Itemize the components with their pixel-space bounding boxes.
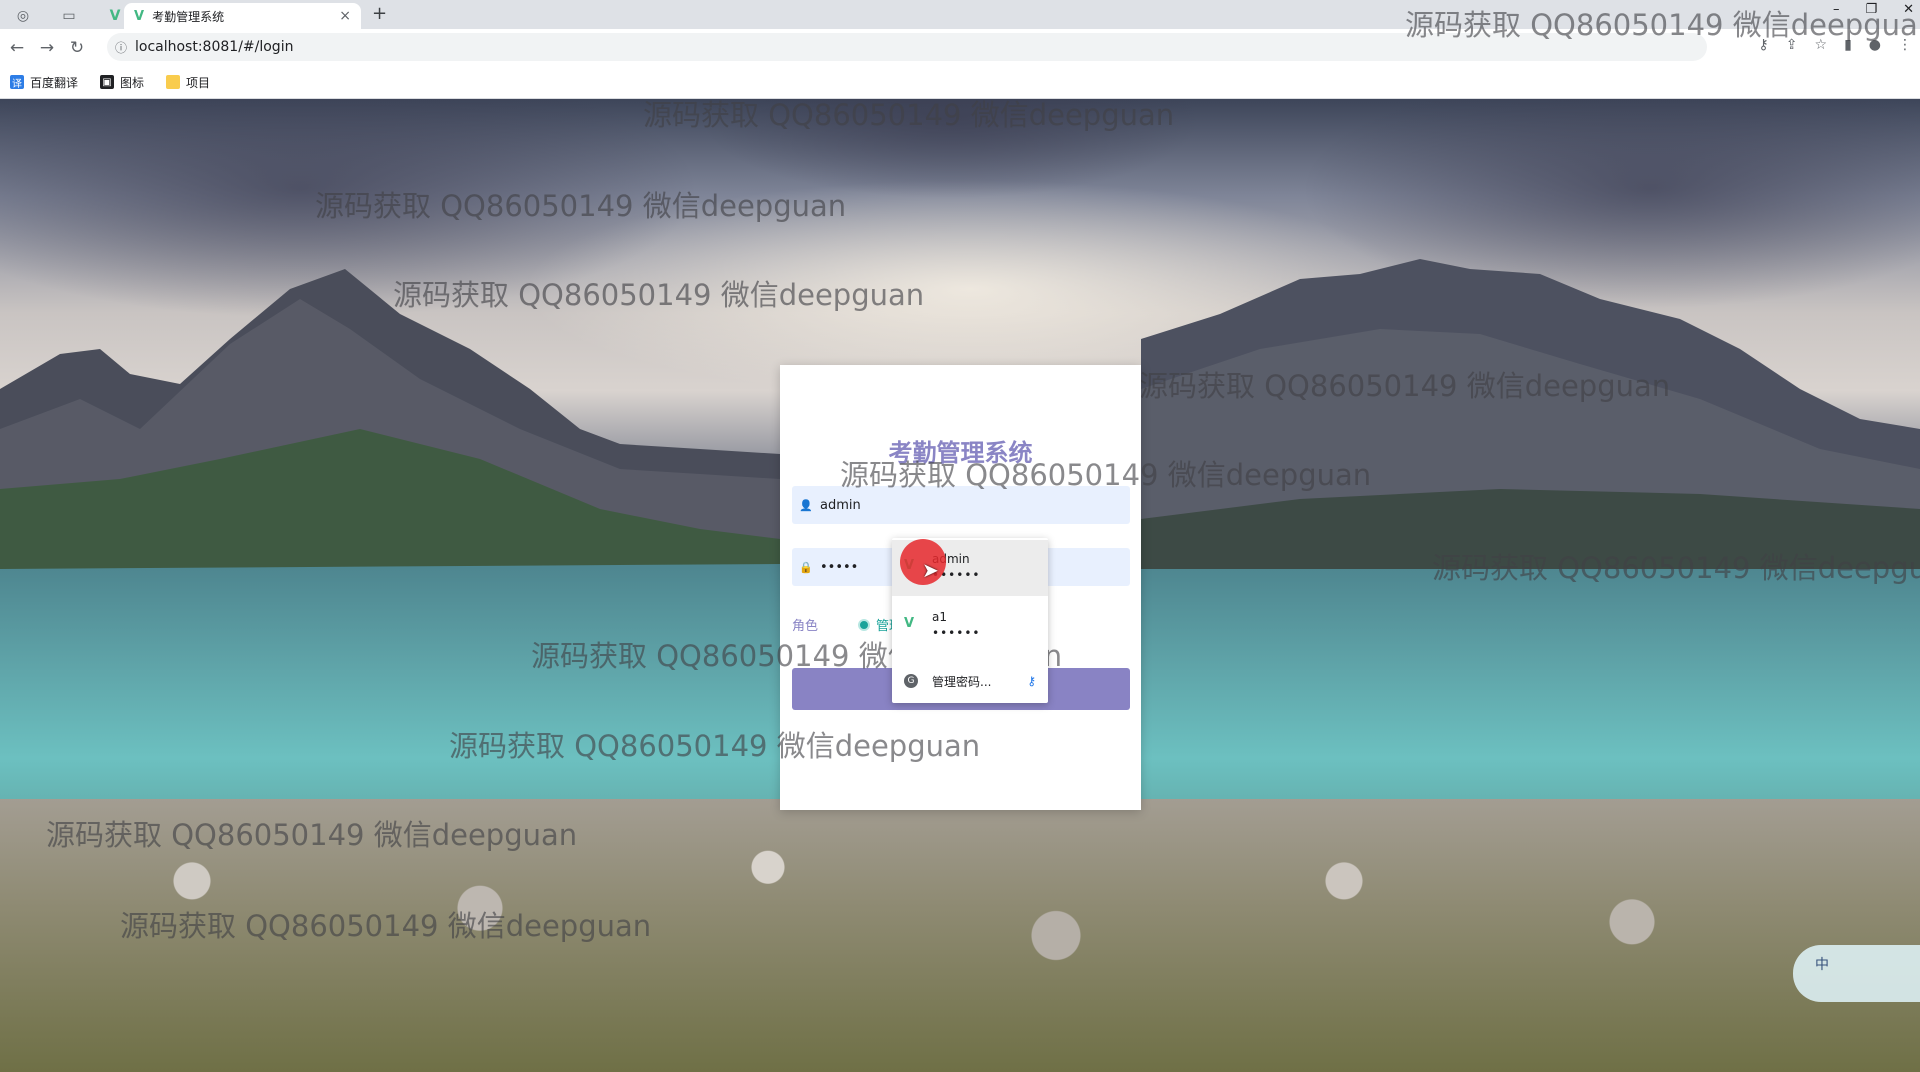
password-value: ••••• xyxy=(820,559,859,575)
mouse-pointer-icon: ➤ xyxy=(922,558,939,582)
watermark-text: 源码获取 QQ86050149 微信deepguan xyxy=(1432,551,1920,585)
role-label: 角色 xyxy=(792,619,819,634)
watermark-text: 源码获取 QQ86050149 微信deepguan xyxy=(840,458,1372,492)
ime-mode-label: 中 xyxy=(1815,957,1829,973)
forward-icon[interactable]: → xyxy=(32,38,62,58)
password-key-icon: ⚷ xyxy=(1027,674,1036,688)
tab-title: 考勤管理系统 xyxy=(152,9,225,24)
bookmark-projects[interactable]: 项目 xyxy=(166,74,210,91)
active-tab[interactable]: V 考勤管理系统 × xyxy=(124,3,361,29)
bookmark-label: 项目 xyxy=(186,75,211,90)
autofill-username: a1 xyxy=(932,610,947,624)
new-tab-button[interactable]: + xyxy=(372,3,387,24)
ime-widget[interactable]: 中 xyxy=(1793,945,1920,1002)
translate-icon: 译 xyxy=(10,75,24,90)
bookmark-baidu-translate[interactable]: 译 百度翻译 xyxy=(10,74,78,91)
bookmark-label: 百度翻译 xyxy=(30,75,79,90)
watermark-text: 源码获取 QQ86050149 微信deepguan xyxy=(315,189,847,223)
url-text: localhost:8081/#/login xyxy=(135,39,294,55)
autofill-password: •••••• xyxy=(932,626,981,640)
bookmark-label: 图标 xyxy=(120,75,145,90)
bookmark-icons[interactable]: ▣ 图标 xyxy=(100,74,144,91)
watermark-text: 源码获取 QQ86050149 微信deepguan xyxy=(449,729,981,763)
username-value: admin xyxy=(820,497,861,513)
vue-logo-icon: V xyxy=(134,8,145,24)
image-icon: ▣ xyxy=(100,75,115,89)
google-icon: G xyxy=(904,674,918,688)
watermark-text: 源码获取 QQ86050149 微信deepguan xyxy=(120,909,652,943)
reload-icon[interactable]: ↻ xyxy=(62,38,92,58)
watermark-text: 源码获取 QQ86050149 微信deepguan xyxy=(643,98,1175,132)
tab-blank-icon[interactable]: ▭ xyxy=(54,3,84,29)
tab-search-icon[interactable]: ◎ xyxy=(8,3,38,29)
folder-icon xyxy=(166,75,181,89)
watermark-text: 源码获取 QQ86050149 微信deepguan xyxy=(1139,369,1671,403)
role-radio-admin[interactable] xyxy=(858,618,871,631)
site-info-icon[interactable]: ⓘ xyxy=(107,39,135,56)
user-icon: 👤 xyxy=(799,498,813,512)
watermark-text: 源码获取 QQ86050149 微信deepguan xyxy=(393,278,925,312)
lock-icon: 🔒 xyxy=(799,560,813,574)
back-icon[interactable]: ← xyxy=(2,38,32,58)
manage-passwords-item[interactable]: G 管理密码... ⚷ xyxy=(892,666,1048,696)
autofill-item[interactable]: V a1 •••••• xyxy=(892,598,1048,654)
tab-close-icon[interactable]: × xyxy=(339,8,351,24)
manage-passwords-label: 管理密码... xyxy=(932,674,992,689)
watermark-text: 源码获取 QQ86050149 微信deepguan xyxy=(1405,8,1920,42)
vue-logo-icon: V xyxy=(904,616,915,631)
watermark-text: 源码获取 QQ86050149 微信deepguan xyxy=(46,818,578,852)
